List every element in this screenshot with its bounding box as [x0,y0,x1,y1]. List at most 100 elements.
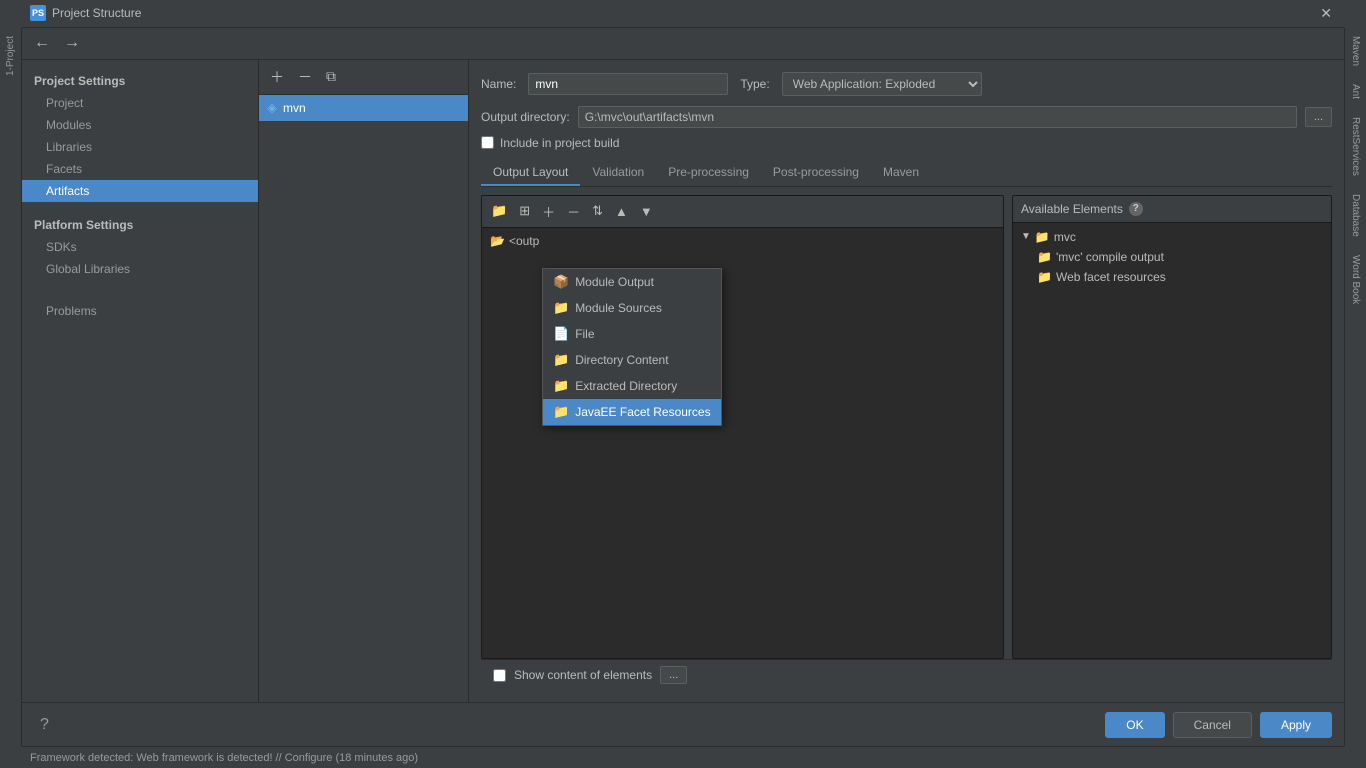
forward-button[interactable]: → [60,32,84,54]
dropdown-item-module-output[interactable]: 📦 Module Output [543,269,721,295]
tab-post-processing[interactable]: Post-processing [761,160,871,186]
file-icon: 📄 [553,326,569,342]
tree-sort-btn[interactable]: ⇅ [587,200,608,222]
sidebar-item-libraries[interactable]: Libraries [22,136,258,158]
dropdown-item-file[interactable]: 📄 File [543,321,721,347]
right-tab-database[interactable]: Database [1348,190,1363,241]
artifact-icon: ◈ [267,100,277,116]
browse-button[interactable]: ... [1305,107,1332,127]
tree-add-btn[interactable]: ＋ [537,199,560,224]
sidebar: Project Settings Project Modules Librari… [22,60,259,703]
avail-item-web-facet[interactable]: 📁 Web facet resources [1017,267,1327,287]
dropdown-item-directory-content[interactable]: 📁 Directory Content [543,347,721,373]
output-dir-input[interactable] [578,106,1297,128]
tab-output-layout[interactable]: Output Layout [481,160,580,186]
name-input[interactable] [528,73,728,95]
type-select-wrapper: Web Application: Exploded [782,72,982,96]
name-type-row: Name: Type: Web Application: Exploded [481,72,1332,96]
bottom-row: Show content of elements ... [481,659,1332,690]
include-build-label[interactable]: Include in project build [500,136,619,150]
toolbar: ← → [22,28,1344,60]
right-tab-ant[interactable]: Ant [1348,80,1363,103]
module-output-icon: 📦 [553,274,569,290]
sidebar-item-facets[interactable]: Facets [22,158,258,180]
title-bar: PS Project Structure ✕ [22,0,1344,28]
sidebar-item-artifacts[interactable]: Artifacts [22,180,258,202]
sidebar-item-project[interactable]: Project [22,92,258,114]
extracted-directory-icon: 📁 [553,378,569,394]
type-label: Type: [740,77,769,91]
tree-content: 📂 <outp 📦 Module Output 📁 Module S [482,228,1003,659]
dropdown-item-module-sources[interactable]: 📁 Module Sources [543,295,721,321]
sidebar-item-sdks[interactable]: SDKs [22,236,258,258]
ellipsis-button[interactable]: ... [660,666,687,684]
apply-button[interactable]: Apply [1260,712,1332,738]
cancel-button[interactable]: Cancel [1173,712,1252,738]
tab-pre-processing[interactable]: Pre-processing [656,160,761,186]
avail-item-compile-output[interactable]: 📁 'mvc' compile output [1017,247,1327,267]
right-tab-restservices[interactable]: RestServices [1348,113,1363,180]
tree-panel: 📁 ⊞ ＋ － ⇅ ▲ ▼ 📂 <outp [481,195,1004,660]
output-dir-label: Output directory: [481,110,570,124]
footer: ? OK Cancel Apply [22,702,1344,746]
help-icon[interactable]: ? [1129,202,1143,216]
window-title: Project Structure [52,6,1316,20]
main-layout: Project Settings Project Modules Librari… [22,60,1344,703]
output-dir-row: Output directory: ... [481,106,1332,128]
sidebar-item-global-libraries[interactable]: Global Libraries [22,258,258,280]
avail-section-mvc[interactable]: ▼ 📁 mvc [1017,227,1327,247]
right-tab-maven[interactable]: Maven [1348,32,1363,70]
tab-validation[interactable]: Validation [580,160,656,186]
platform-settings-title: Platform Settings [22,212,258,236]
available-header: Available Elements ? [1013,196,1331,223]
dropdown-item-extracted-directory[interactable]: 📁 Extracted Directory [543,373,721,399]
tree-down-btn[interactable]: ▼ [635,201,658,222]
directory-content-icon: 📁 [553,352,569,368]
chevron-down-icon: ▼ [1021,231,1031,242]
available-panel: Available Elements ? ▼ 📁 mvc 📁 'mvc' com… [1012,195,1332,660]
right-tab-wordbook[interactable]: Word Book [1348,251,1363,308]
help-button[interactable]: ? [34,714,55,736]
remove-artifact-button[interactable]: － [293,64,317,90]
javaee-facet-icon: 📁 [553,404,569,420]
tree-toolbar: 📁 ⊞ ＋ － ⇅ ▲ ▼ [482,196,1003,228]
available-content: ▼ 📁 mvc 📁 'mvc' compile output 📁 Web fac… [1013,223,1331,659]
tree-root-item[interactable]: 📂 <outp [486,232,999,250]
tab-maven[interactable]: Maven [871,160,931,186]
show-content-checkbox[interactable] [493,669,506,682]
ok-button[interactable]: OK [1105,712,1164,738]
output-layout-area: 📁 ⊞ ＋ － ⇅ ▲ ▼ 📂 <outp [481,195,1332,660]
close-button[interactable]: ✕ [1316,5,1336,22]
artifact-item-mvn[interactable]: ◈ mvn [259,95,468,121]
add-artifact-button[interactable]: ＋ [265,64,289,90]
copy-artifact-button[interactable]: ⧉ [321,65,341,88]
folder-icon: 📁 [1035,230,1050,244]
status-text: Framework detected: Web framework is det… [30,752,418,764]
tree-folder-btn[interactable]: 📁 [486,200,512,222]
module-sources-icon: 📁 [553,300,569,316]
dropdown-item-javaee-facet-resources[interactable]: 📁 JavaEE Facet Resources [543,399,721,425]
tree-up-btn[interactable]: ▲ [610,201,633,222]
back-button[interactable]: ← [30,32,54,54]
web-facet-icon: 📁 [1037,270,1052,284]
content-panel: Name: Type: Web Application: Exploded Ou… [469,60,1344,703]
artifact-list: ◈ mvn [259,95,468,703]
tree-grid-btn[interactable]: ⊞ [514,200,535,222]
status-bar: Framework detected: Web framework is det… [22,746,1344,768]
artifact-toolbar: ＋ － ⧉ [259,60,468,95]
tabs-bar: Output Layout Validation Pre-processing … [481,160,1332,187]
include-build-checkbox[interactable] [481,136,494,149]
show-content-label[interactable]: Show content of elements [514,668,652,682]
left-edge-panel: 1-Project [0,28,22,746]
artifact-panel: ＋ － ⧉ ◈ mvn [259,60,469,703]
app-icon: PS [30,5,46,21]
sidebar-item-problems[interactable]: Problems [22,300,258,322]
dropdown-menu: 📦 Module Output 📁 Module Sources 📄 File [542,268,722,426]
window-controls: ✕ [1316,5,1336,22]
type-select[interactable]: Web Application: Exploded [782,72,982,96]
tree-remove-btn[interactable]: － [562,199,585,224]
tree-folder-icon: 📂 [490,234,505,248]
edge-tab-project[interactable]: 1-Project [3,32,18,80]
sidebar-item-modules[interactable]: Modules [22,114,258,136]
project-settings-title: Project Settings [22,68,258,92]
